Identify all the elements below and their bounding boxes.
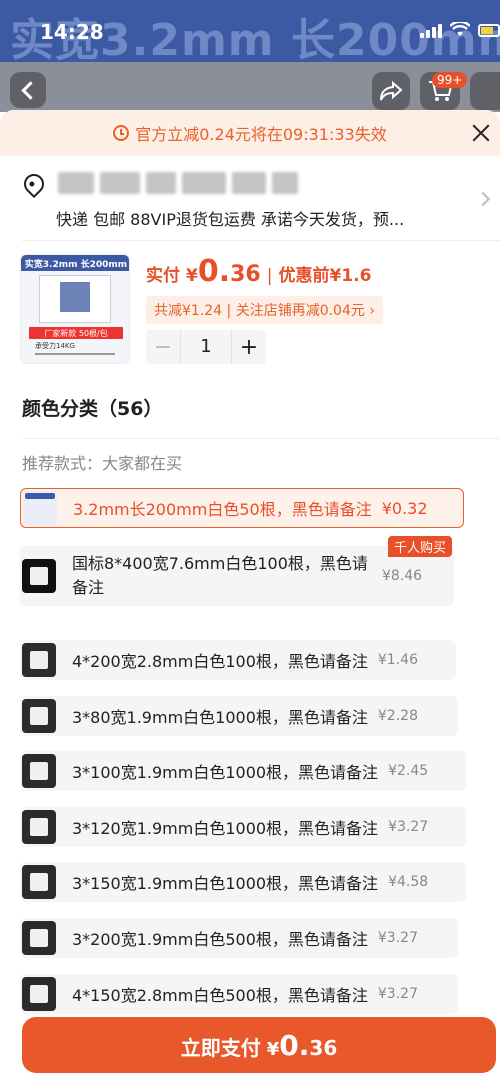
product-summary: 实宽3.2mm 长200mm 厂家新款 50根/包 承受力14KG 实付 ¥ 0… — [0, 254, 500, 374]
thumbnail-red-label: 厂家新款 50根/包 — [29, 327, 123, 339]
option-price: ¥4.58 — [388, 874, 429, 890]
option-price: ¥0.32 — [381, 498, 428, 518]
sku-option[interactable]: 4*150宽2.8mm白色500根，黑色请备注 ¥3.27 — [20, 974, 458, 1014]
divider — [22, 438, 500, 439]
option-thumbnail — [22, 921, 56, 955]
close-icon[interactable] — [466, 118, 496, 148]
option-price: ¥3.27 — [388, 819, 429, 835]
pay-currency: ¥ — [266, 1039, 280, 1060]
quantity-stepper: − 1 + — [146, 330, 266, 364]
thumbnail-measure-line — [35, 353, 115, 355]
option-thumbnail — [22, 559, 56, 593]
option-thumbnail — [22, 810, 56, 844]
option-thumbnail — [22, 643, 56, 677]
back-icon[interactable] — [10, 72, 46, 108]
option-name: 3*150宽1.9mm白色1000根，黑色请备注 — [72, 874, 379, 893]
option-name: 国标8*400宽7.6mm白色100根，黑色请备注 — [72, 554, 368, 597]
pay-label: 立即支付 — [180, 1036, 261, 1060]
option-name: 4*150宽2.8mm白色500根，黑色请备注 — [72, 986, 368, 1005]
divider — [22, 240, 500, 241]
sku-option[interactable]: 3*200宽1.9mm白色500根，黑色请备注 ¥3.27 — [20, 918, 458, 958]
delivery-info: 快递 包邮 88VIP退货包运费 承诺今天发货，预... — [56, 210, 405, 229]
discount-tag[interactable]: 共减¥1.24 | 关注店铺再减0.04元 › — [146, 296, 383, 324]
option-thumbnail — [22, 699, 56, 733]
option-name: 3*100宽1.9mm白色1000根，黑色请备注 — [72, 763, 379, 782]
share-icon[interactable] — [372, 72, 410, 110]
product-thumbnail[interactable]: 实宽3.2mm 长200mm 厂家新款 50根/包 承受力14KG — [20, 254, 130, 364]
option-price: ¥8.46 — [382, 568, 423, 584]
status-time: 14:28 — [40, 20, 104, 44]
battery-icon — [478, 23, 500, 37]
option-price: ¥2.28 — [377, 708, 418, 724]
thumbnail-header: 实宽3.2mm 长200mm — [21, 255, 129, 271]
pay-now-button[interactable]: 立即支付 ¥ 0. 36 — [22, 1017, 496, 1073]
location-pin-icon — [19, 169, 49, 199]
sku-option[interactable]: 3*100宽1.9mm白色1000根，黑色请备注 ¥2.45 — [20, 751, 466, 791]
increase-button[interactable]: + — [232, 335, 266, 360]
thumbnail-bag-image — [39, 275, 111, 323]
option-name: 3*120宽1.9mm白色1000根，黑色请备注 — [72, 819, 379, 838]
price-separator: | — [266, 266, 273, 286]
sku-option[interactable]: 3.2mm长200mm白色50根，黑色请备注 ¥0.32 — [20, 488, 464, 528]
sku-option[interactable]: 4*200宽2.8mm白色100根，黑色请备注 ¥1.46 — [20, 640, 456, 680]
option-thumbnail — [23, 491, 57, 525]
recommend-title: 推荐款式：大家都在买 — [22, 454, 183, 473]
cart-badge: 99+ — [432, 72, 468, 88]
price-row: 实付 ¥ 0. 36 | 优惠前¥1.6 — [146, 254, 371, 289]
option-name: 3*200宽1.9mm白色500根，黑色请备注 — [72, 930, 368, 949]
hot-tag: 千人购买 — [388, 536, 453, 557]
option-thumbnail — [22, 977, 56, 1011]
sku-option[interactable]: 3*120宽1.9mm白色1000根，黑色请备注 ¥3.27 — [20, 807, 466, 847]
sku-title: 颜色分类（56） — [22, 398, 163, 420]
option-name: 3.2mm长200mm白色50根，黑色请备注 — [73, 500, 372, 519]
sku-sheet: 官方立减0.24元将在09:31:33失效 快递 包邮 88VIP退货包运费 承… — [0, 110, 500, 1078]
option-price: ¥3.27 — [377, 930, 418, 946]
option-price: ¥2.45 — [388, 763, 429, 779]
promo-text: 官方立减0.24元将在09:31:33失效 — [135, 125, 387, 144]
decrease-button[interactable]: − — [146, 335, 180, 360]
chevron-right-icon — [475, 191, 491, 207]
more-icon[interactable] — [470, 72, 500, 110]
option-name: 3*80宽1.9mm白色1000根，黑色请备注 — [72, 708, 368, 727]
original-price: 优惠前¥1.6 — [278, 266, 372, 286]
sku-option[interactable]: 3*80宽1.9mm白色1000根，黑色请备注 ¥2.28 — [20, 696, 458, 736]
option-thumbnail — [22, 865, 56, 899]
address-redacted — [58, 172, 298, 194]
signal-icon — [420, 22, 442, 38]
pay-price-decimal: 36 — [309, 1036, 338, 1060]
clock-icon — [113, 125, 130, 141]
price-currency: ¥ — [186, 266, 198, 286]
wifi-icon — [450, 22, 470, 36]
pay-price-integer: 0. — [279, 1029, 310, 1062]
sku-option[interactable]: 3*150宽1.9mm白色1000根，黑色请备注 ¥4.58 — [20, 862, 466, 902]
address-section[interactable]: 快递 包邮 88VIP退货包运费 承诺今天发货，预... — [0, 168, 500, 240]
price-integer: 0. — [197, 254, 231, 289]
quantity-input[interactable]: 1 — [180, 330, 232, 364]
option-price: ¥3.27 — [377, 986, 418, 1002]
option-name: 4*200宽2.8mm白色100根，黑色请备注 — [72, 652, 368, 671]
price-label: 实付 — [146, 266, 180, 286]
status-icons — [420, 22, 500, 38]
promo-bar: 官方立减0.24元将在09:31:33失效 — [0, 110, 500, 156]
thumbnail-sub-label: 承受力14KG — [35, 342, 75, 350]
price-decimal: 36 — [230, 262, 261, 287]
option-thumbnail — [22, 754, 56, 788]
option-price: ¥1.46 — [377, 652, 418, 668]
